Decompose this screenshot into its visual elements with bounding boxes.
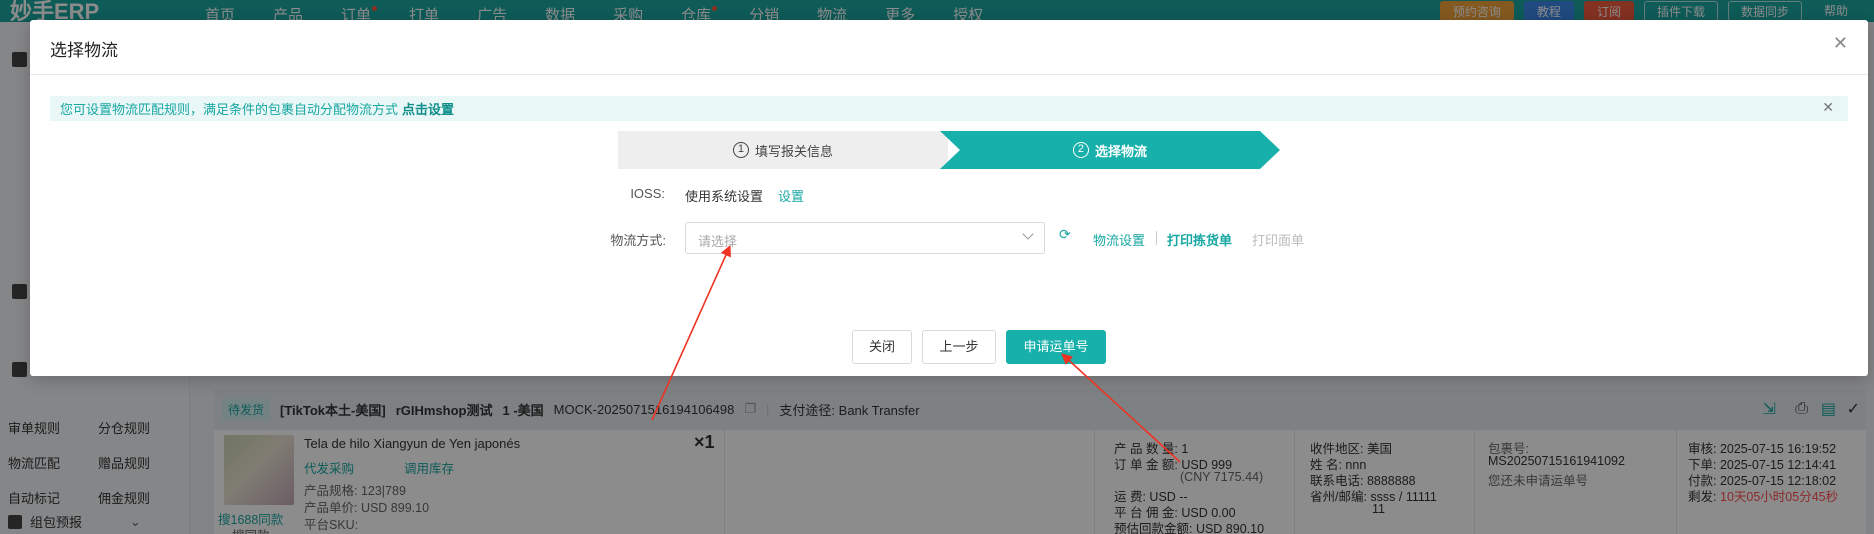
print-label-link: 打印面单 — [1252, 233, 1305, 248]
logistics-settings-link[interactable]: 物流设置 — [1093, 230, 1145, 249]
refresh-icon[interactable]: ⟳ — [1059, 226, 1071, 243]
step-customs-info[interactable]: 1 填写报关信息 — [618, 131, 948, 169]
shipping-method-label: 物流方式: — [610, 233, 666, 248]
ioss-settings-link[interactable]: 设置 — [778, 186, 804, 205]
select-placeholder: 请选择 — [698, 234, 738, 249]
step-select-logistics[interactable]: 2 选择物流 — [940, 131, 1280, 169]
notice-text: 您可设置物流匹配规则，满足条件的包裹自动分配物流方式 — [60, 102, 399, 117]
close-button[interactable]: 关闭 — [852, 330, 912, 364]
ioss-label: IOSS: — [630, 186, 665, 201]
close-icon[interactable]: ✕ — [1833, 33, 1848, 54]
step-label: 选择物流 — [1094, 143, 1147, 159]
notice-settings-link[interactable]: 点击设置 — [402, 99, 454, 118]
dialog-title: 选择物流 — [50, 41, 118, 60]
previous-step-button[interactable]: 上一步 — [922, 330, 996, 364]
info-notice: 您可设置物流匹配规则，满足条件的包裹自动分配物流方式 点击设置 ✕ — [50, 96, 1848, 121]
step-number: 1 — [732, 142, 749, 158]
shipping-method-select[interactable]: 请选择 — [685, 222, 1045, 254]
notice-close-icon[interactable]: ✕ — [1822, 99, 1834, 116]
step-label: 填写报关信息 — [754, 143, 833, 159]
dialog-divider — [30, 74, 1868, 75]
select-logistics-dialog: 选择物流 ✕ 您可设置物流匹配规则，满足条件的包裹自动分配物流方式 点击设置 ✕… — [30, 20, 1868, 376]
step-indicator: 1 填写报关信息 2 选择物流 — [618, 131, 1308, 169]
ioss-value: 使用系统设置 — [685, 189, 764, 204]
apply-waybill-button[interactable]: 申请运单号 — [1006, 330, 1106, 364]
print-picklist-link[interactable]: 打印拣货单 — [1167, 230, 1232, 249]
step-number: 2 — [1072, 142, 1089, 158]
chevron-down-icon — [1022, 228, 1034, 240]
